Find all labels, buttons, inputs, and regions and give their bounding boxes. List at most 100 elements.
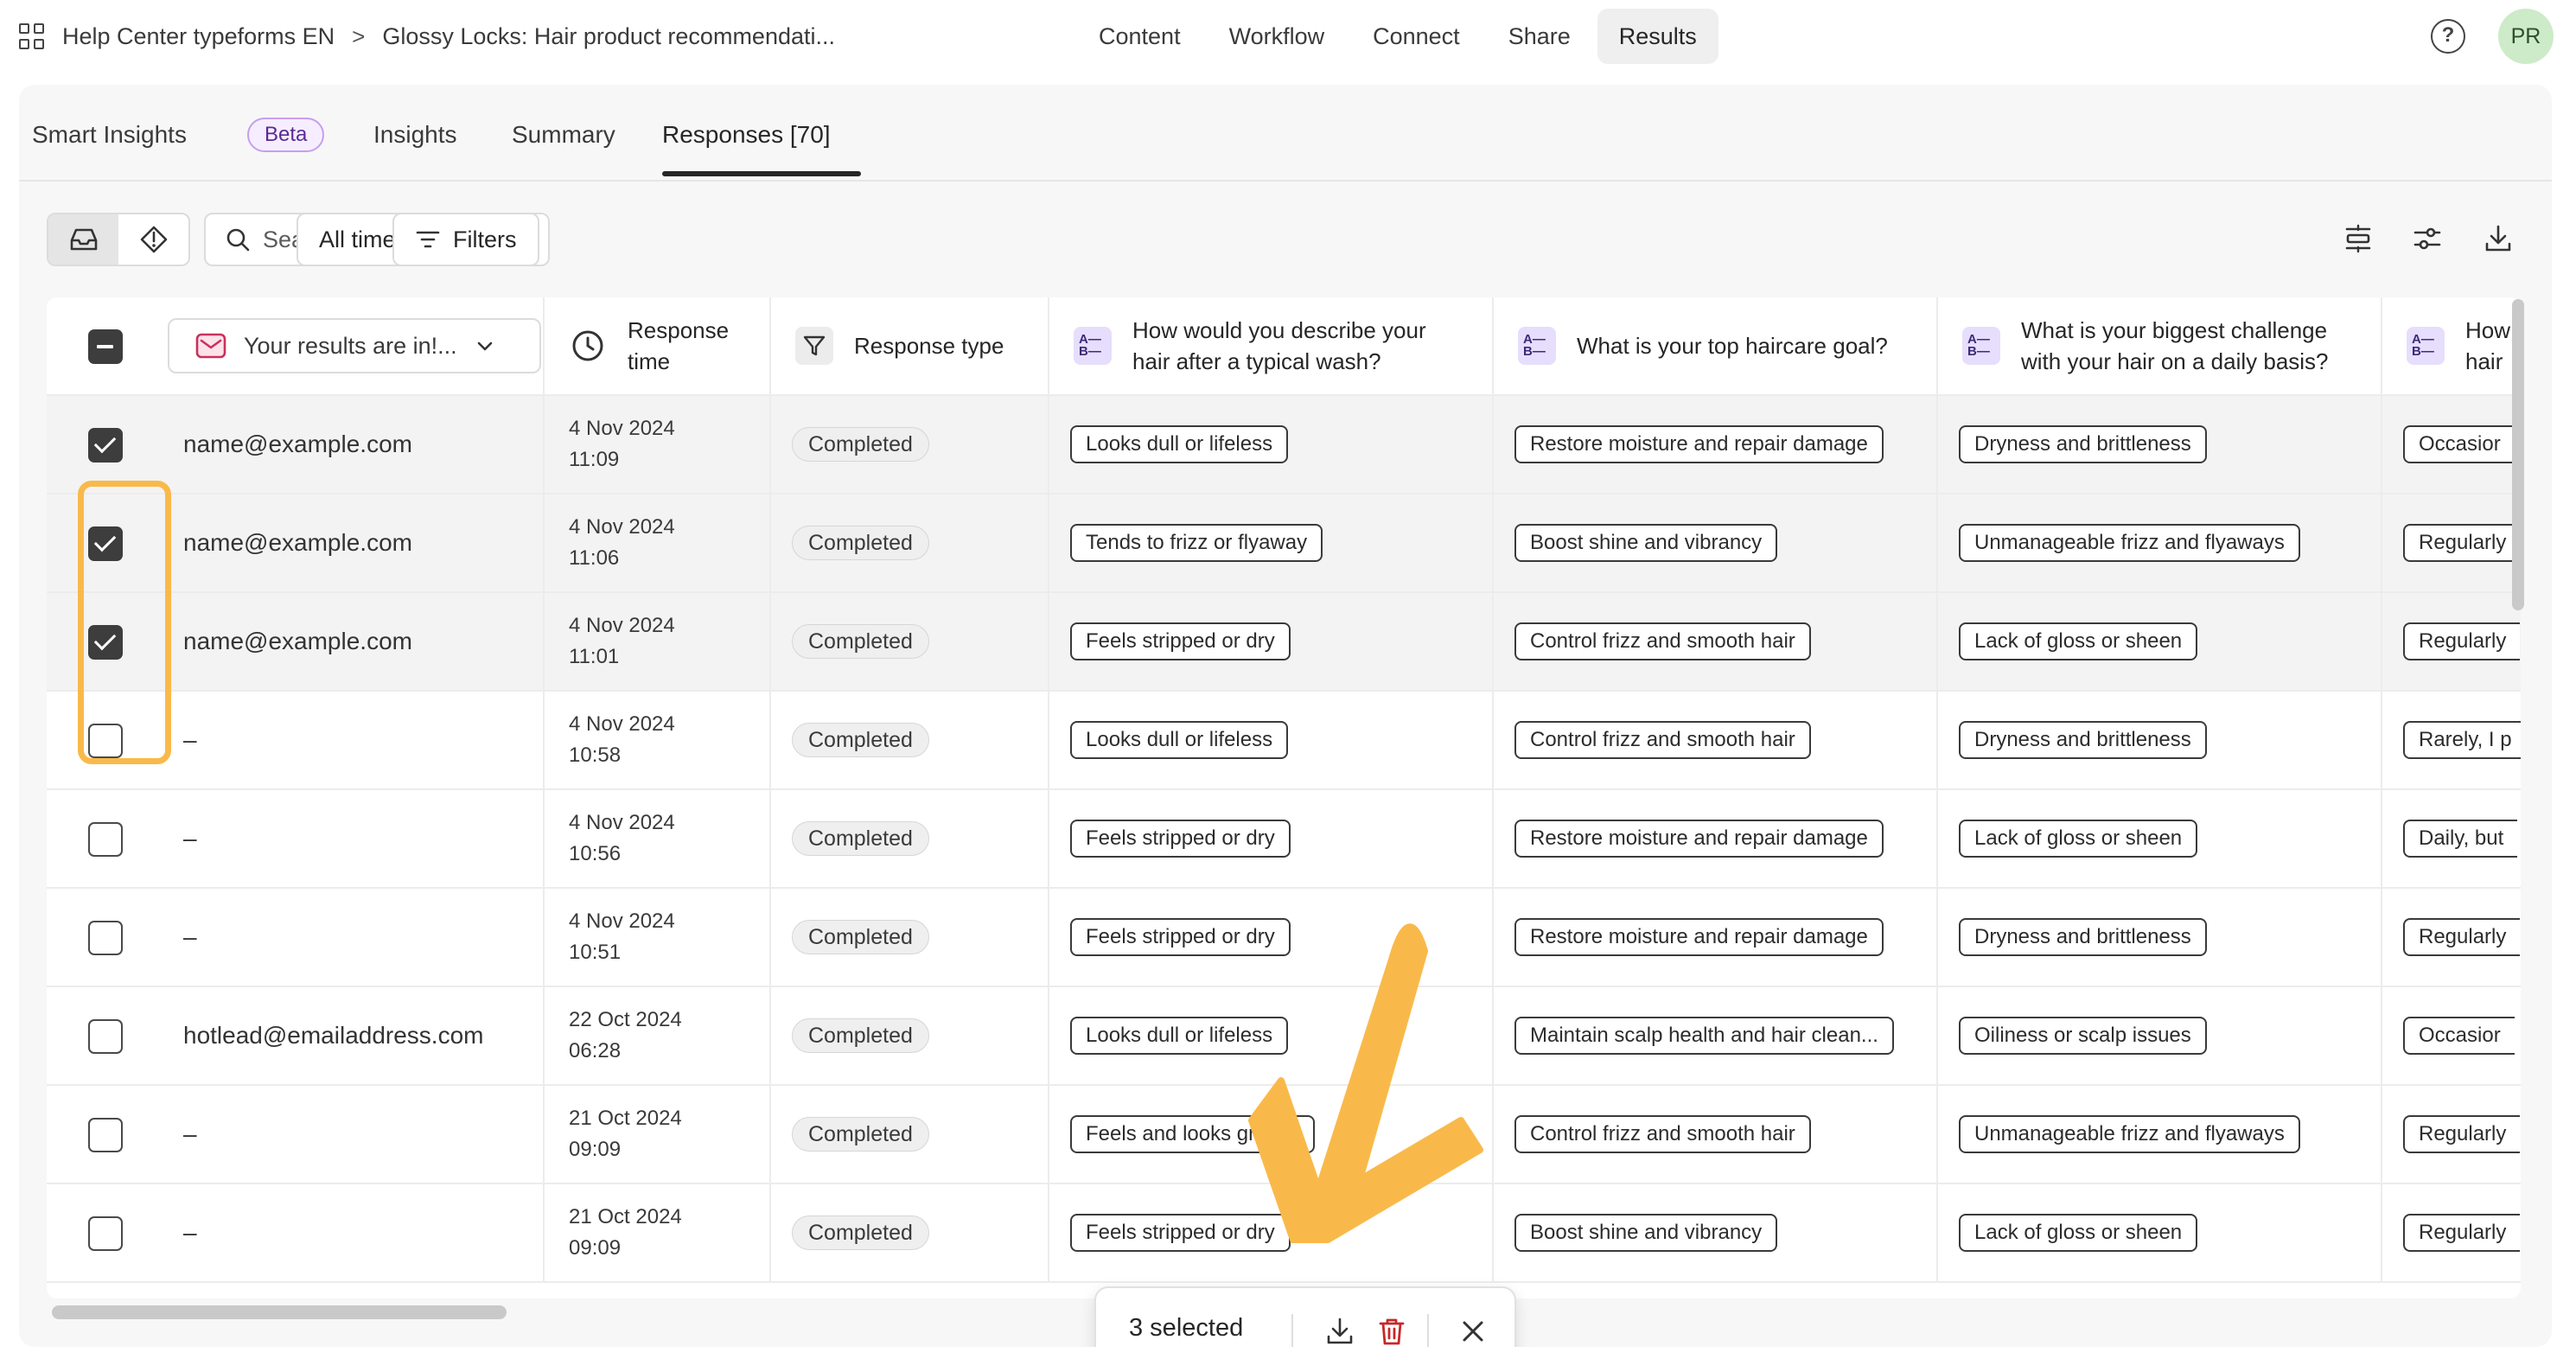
clock-icon <box>572 330 603 361</box>
tab-insights[interactable]: Insights <box>373 116 457 154</box>
breadcrumb-form-title[interactable]: Glossy Locks: Hair product recommendati.… <box>382 23 835 50</box>
respondent-email: – <box>183 923 197 950</box>
column-settings-button[interactable] <box>2410 221 2445 256</box>
nav-workflow[interactable]: Workflow <box>1208 9 1347 64</box>
respondent-email: – <box>183 1219 197 1246</box>
filters-button[interactable]: Filters <box>392 213 539 266</box>
response-datetime: 21 Oct 2024 09:09 <box>569 1103 682 1165</box>
row-checkbox[interactable] <box>88 921 123 955</box>
table-row[interactable]: – 4 Nov 2024 10:51 Completed Feels stripped … <box>47 889 2521 987</box>
inbox-icon <box>70 228 97 251</box>
answer-cell-q4: Regularly <box>2382 593 2521 690</box>
row-checkbox[interactable] <box>88 1118 123 1152</box>
response-type-cell: Completed <box>771 692 1049 788</box>
answer-cell-q4: Regularly <box>2382 889 2521 986</box>
response-datetime: 4 Nov 2024 10:56 <box>569 807 675 870</box>
clear-selection-button[interactable] <box>1454 1312 1492 1347</box>
response-datetime: 4 Nov 2024 10:58 <box>569 709 675 771</box>
vertical-scrollbar[interactable] <box>2512 299 2524 610</box>
header-response-type[interactable]: Response type <box>771 297 1049 394</box>
email-cell: – <box>47 889 545 986</box>
header-response-type-label: Response type <box>854 333 1004 359</box>
answer-cell-q1: Feels stripped or dry <box>1049 790 1494 887</box>
grid-icon[interactable] <box>19 23 45 49</box>
answer-cell-q2: Control frizz and smooth hair <box>1494 1086 1938 1183</box>
help-icon[interactable]: ? <box>2431 19 2465 54</box>
download-icon <box>2485 225 2511 252</box>
chevron-down-icon <box>477 341 492 351</box>
response-time-cell: 4 Nov 2024 10:58 <box>545 692 771 788</box>
breadcrumb-workspace[interactable]: Help Center typeforms EN <box>62 23 335 50</box>
row-checkbox[interactable] <box>88 1019 123 1054</box>
answer-tag: Regularly <box>2403 622 2521 660</box>
header-question-2[interactable]: A— B— What is your top haircare goal? <box>1494 297 1938 394</box>
response-time-cell: 4 Nov 2024 11:09 <box>545 396 771 493</box>
row-checkbox[interactable] <box>88 1216 123 1251</box>
header-response-time[interactable]: Response time <box>545 297 771 394</box>
answer-cell-q4: Regularly <box>2382 1086 2521 1183</box>
delete-selected-button[interactable] <box>1373 1312 1411 1347</box>
time-filter-label: All time <box>319 226 396 252</box>
nav-results[interactable]: Results <box>1597 9 1718 64</box>
table-row[interactable]: hotlead@emailaddress.com 22 Oct 2024 06:28… <box>47 987 2521 1086</box>
status-badge: Completed <box>792 1117 929 1152</box>
header-question-1[interactable]: A— B— How would you describe your hair af… <box>1049 297 1494 394</box>
insights-view-button[interactable] <box>118 214 188 265</box>
response-time: 10:58 <box>569 743 622 767</box>
download-all-button[interactable] <box>2481 221 2515 256</box>
response-time-cell: 21 Oct 2024 09:09 <box>545 1184 771 1281</box>
row-height-button[interactable] <box>2341 221 2375 256</box>
answer-tag: Regularly <box>2403 1214 2521 1252</box>
response-time-cell: 22 Oct 2024 06:28 <box>545 987 771 1084</box>
beta-badge: Beta <box>247 118 325 152</box>
answer-tag: Looks dull or lifeless <box>1070 425 1289 463</box>
row-checkbox[interactable] <box>88 428 123 463</box>
table-row[interactable]: – 21 Oct 2024 09:09 Completed Feels stripped… <box>47 1184 2521 1283</box>
answer-cell-q4: Regularly <box>2382 494 2521 591</box>
header-q2-label: What is your top haircare goal? <box>1577 333 1888 359</box>
breadcrumb-separator: > <box>352 22 366 49</box>
answer-cell-q4: Rarely, I p <box>2382 692 2521 788</box>
tab-responses[interactable]: Responses [70] <box>662 116 831 154</box>
table-row[interactable]: – 4 Nov 2024 10:56 Completed Feels stripped … <box>47 790 2521 889</box>
status-badge: Completed <box>792 1215 929 1250</box>
answer-cell-q1: Looks dull or lifeless <box>1049 987 1494 1084</box>
table-row[interactable]: name@example.com 4 Nov 2024 11:06 Completed… <box>47 494 2521 593</box>
funnel-icon <box>795 327 833 365</box>
avatar[interactable]: PR <box>2498 9 2554 64</box>
answer-tag: Lack of gloss or sheen <box>1959 820 2198 858</box>
answer-tag: Boost shine and vibrancy <box>1514 1214 1778 1252</box>
answer-cell-q2: Boost shine and vibrancy <box>1494 494 1938 591</box>
response-date: 22 Oct 2024 <box>569 1008 682 1031</box>
multiple-choice-icon: A— B— <box>1074 327 1112 365</box>
table-row[interactable]: – 21 Oct 2024 09:09 Completed Feels and look… <box>47 1086 2521 1184</box>
answer-tag: Occasior <box>2403 1017 2515 1055</box>
inbox-view-button[interactable] <box>48 214 118 265</box>
answer-tag: Lack of gloss or sheen <box>1959 1214 2198 1252</box>
tab-summary[interactable]: Summary <box>512 116 615 154</box>
nav-content[interactable]: Content <box>1077 9 1202 64</box>
table-row[interactable]: – 4 Nov 2024 10:58 Completed Looks dull or l… <box>47 692 2521 790</box>
response-datetime: 4 Nov 2024 11:09 <box>569 413 675 475</box>
download-selected-button[interactable] <box>1321 1312 1359 1347</box>
table-row[interactable]: name@example.com 4 Nov 2024 11:01 Completed… <box>47 593 2521 692</box>
answer-tag: Looks dull or lifeless <box>1070 721 1289 759</box>
header-question-3[interactable]: A— B— What is your biggest challenge with… <box>1938 297 2382 394</box>
answer-tag: Boost shine and vibrancy <box>1514 524 1778 562</box>
header-q4-line2: hair <box>2465 348 2503 374</box>
nav-connect[interactable]: Connect <box>1351 9 1482 64</box>
row-checkbox[interactable] <box>88 822 123 857</box>
horizontal-scrollbar[interactable] <box>52 1305 507 1319</box>
header-question-4[interactable]: A— B— How hair <box>2382 297 2521 394</box>
divider <box>1291 1314 1293 1347</box>
select-all-checkbox[interactable] <box>88 329 123 364</box>
results-subtabs: Smart Insights Beta Insights Summary Res… <box>19 85 2552 182</box>
email-column-dropdown[interactable]: Your results are in!... <box>168 318 541 373</box>
mail-icon <box>195 333 226 359</box>
tab-smart-insights[interactable]: Smart Insights <box>32 116 187 154</box>
answer-tag: Feels stripped or dry <box>1070 1214 1291 1252</box>
response-datetime: 4 Nov 2024 11:01 <box>569 610 675 673</box>
table-row[interactable]: name@example.com 4 Nov 2024 11:09 Completed… <box>47 396 2521 494</box>
answer-cell-q3: Oiliness or scalp issues <box>1938 987 2382 1084</box>
nav-share[interactable]: Share <box>1487 9 1592 64</box>
